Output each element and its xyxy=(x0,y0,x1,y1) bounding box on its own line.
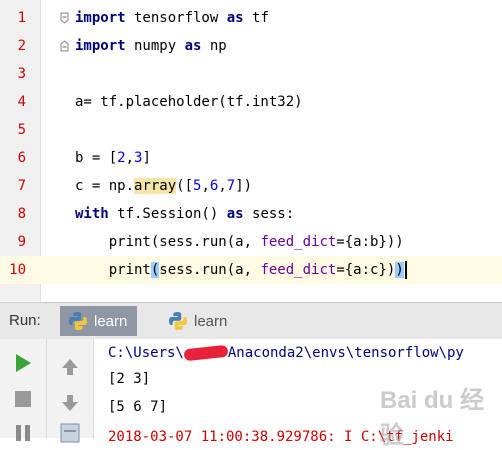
python-icon xyxy=(69,312,87,330)
text-caret xyxy=(404,261,407,279)
code-text: c = np.array([5,6,7]) xyxy=(75,178,253,194)
code-line-7[interactable]: 7 c = np.array([5,6,7]) xyxy=(0,172,502,200)
line-number: 10 xyxy=(9,262,26,278)
line-number: 5 xyxy=(17,122,26,138)
line-number: 6 xyxy=(17,150,26,166)
code-line-10[interactable]: 10 print(sess.run(a, feed_dict={a:c})) xyxy=(0,256,502,284)
run-icon[interactable] xyxy=(13,353,33,373)
code-line-5[interactable]: 5 xyxy=(0,116,502,144)
console-line-command: C:\Users\ Anaconda2\envs\tensorflow\py xyxy=(108,344,464,362)
code-line-9[interactable]: 9 print(sess.run(a, feed_dict={a:b})) xyxy=(0,228,502,256)
pause-icon[interactable] xyxy=(13,423,33,443)
code-line-8[interactable]: 8 with tf.Session() as sess: xyxy=(0,200,502,228)
code-text: print(sess.run(a, feed_dict={a:b})) xyxy=(75,234,404,250)
python-icon xyxy=(169,312,187,330)
code-line-3[interactable]: 3 xyxy=(0,60,502,88)
stop-icon[interactable] xyxy=(13,389,33,409)
tab-label: learn xyxy=(194,312,228,330)
code-text: b = [2,3] xyxy=(75,150,151,166)
up-arrow-icon[interactable] xyxy=(60,357,80,377)
run-label: Run: xyxy=(9,312,41,329)
code-line-6[interactable]: 6 b = [2,3] xyxy=(0,144,502,172)
run-tab-learn-active[interactable]: learn xyxy=(60,306,138,336)
line-number: 1 xyxy=(17,10,26,26)
run-controls xyxy=(0,339,47,441)
code-line-1[interactable]: 1 import tensorflow as tf xyxy=(0,4,502,32)
code-text: with tf.Session() as sess: xyxy=(75,206,295,222)
code-line-4[interactable]: 4 a= tf.placeholder(tf.int32) xyxy=(0,88,502,116)
line-number: 9 xyxy=(17,234,26,250)
line-number: 8 xyxy=(17,206,26,222)
console-line-output-2: [5 6 7] xyxy=(108,399,168,415)
run-toolbar: Run: learn learn xyxy=(0,302,502,340)
fold-minus-icon[interactable] xyxy=(60,40,69,52)
soft-wrap-icon[interactable] xyxy=(60,423,80,443)
tab-label: learn xyxy=(94,312,128,330)
line-number: 3 xyxy=(17,66,26,82)
code-editor[interactable]: 1 import tensorflow as tf 2 import numpy… xyxy=(0,0,502,301)
console-controls xyxy=(47,339,94,443)
run-tab-learn[interactable]: learn xyxy=(160,306,237,336)
console-line-output-1: [2 3] xyxy=(108,371,151,387)
code-text: print(sess.run(a, feed_dict={a:c})) xyxy=(75,256,407,284)
code-text: import tensorflow as tf xyxy=(75,10,269,26)
redaction-mark xyxy=(183,344,229,362)
code-text: a= tf.placeholder(tf.int32) xyxy=(75,94,303,110)
fold-minus-icon[interactable] xyxy=(60,12,69,24)
watermark: Bai du 经验 xyxy=(380,387,485,449)
code-text: import numpy as np xyxy=(75,38,227,54)
code-line-2[interactable]: 2 import numpy as np xyxy=(0,32,502,60)
line-number: 7 xyxy=(17,178,26,194)
down-arrow-icon[interactable] xyxy=(60,393,80,413)
line-number: 4 xyxy=(17,94,26,110)
line-number: 2 xyxy=(17,38,26,54)
